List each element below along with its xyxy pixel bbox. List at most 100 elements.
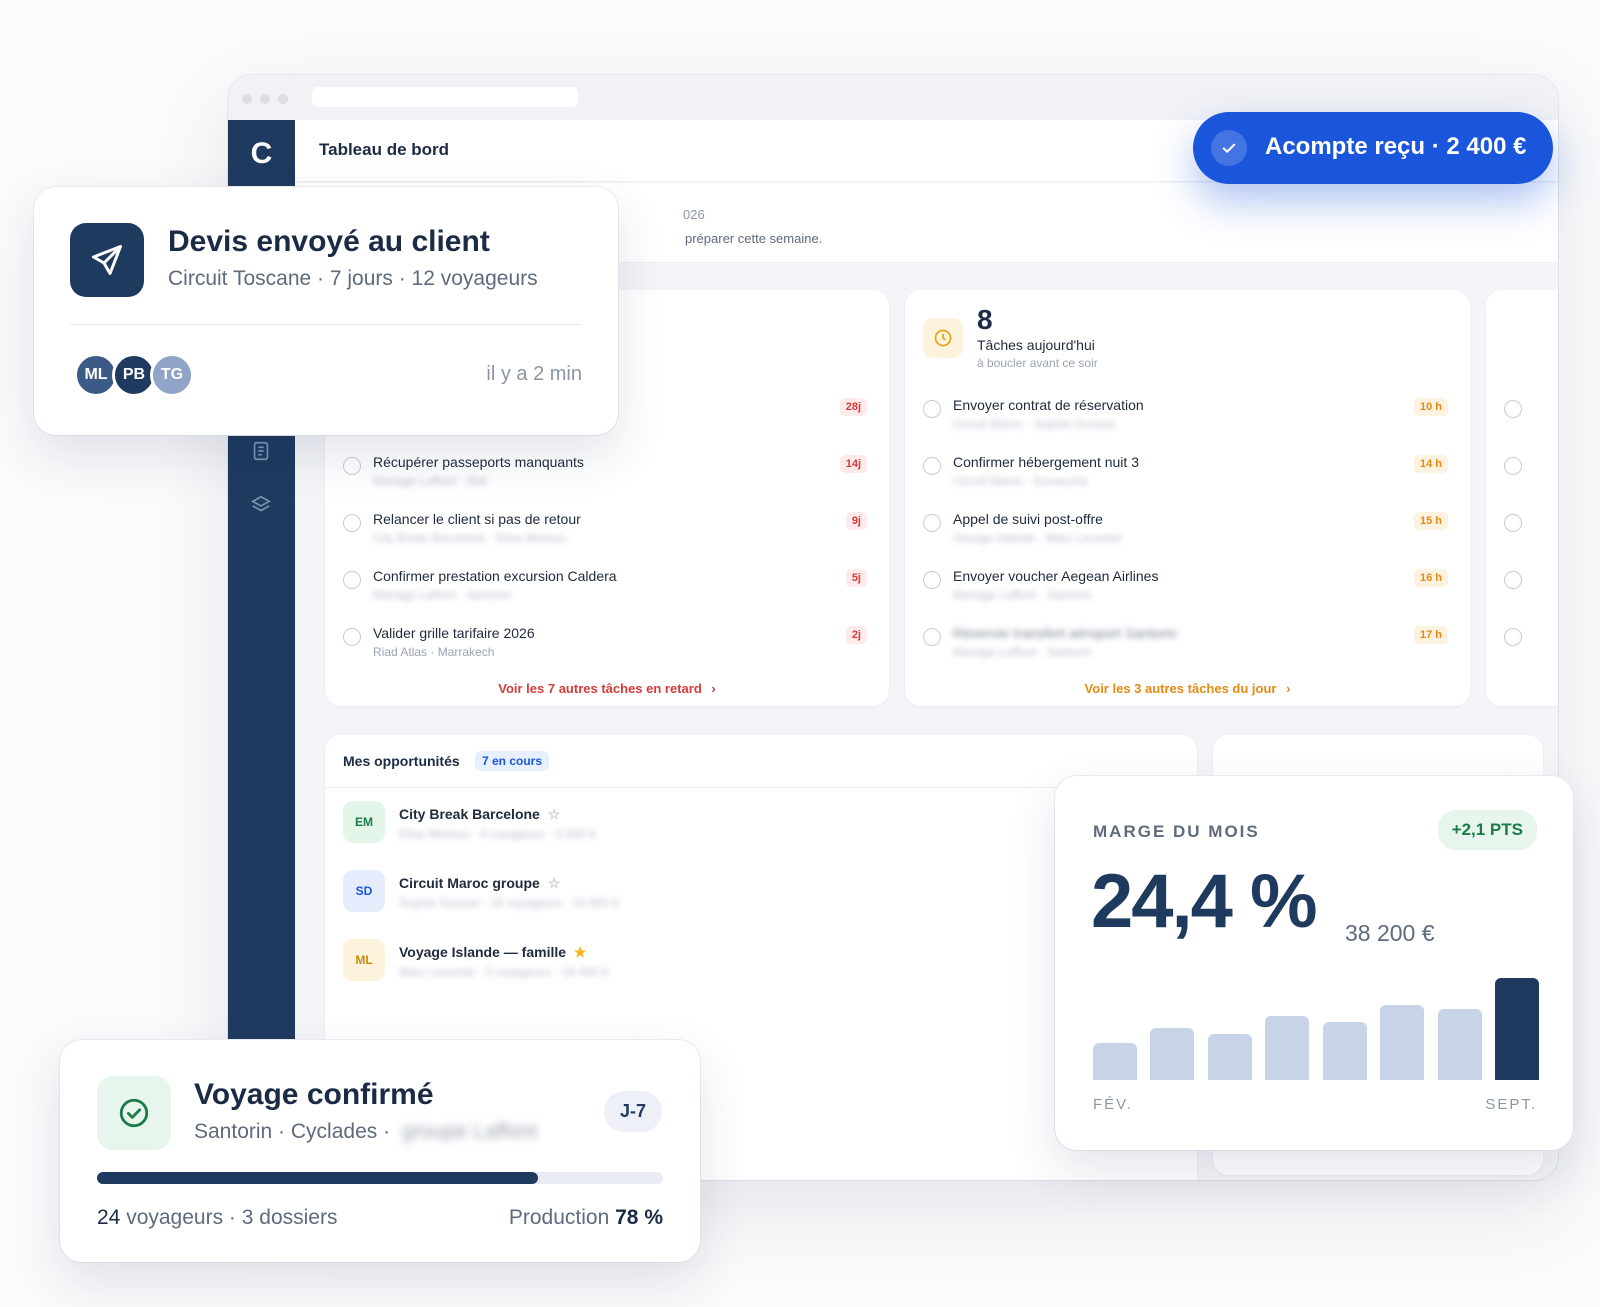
- avatar: EM: [343, 801, 385, 843]
- chart-bar: [1093, 1042, 1137, 1080]
- send-icon: [70, 223, 144, 297]
- task-subtitle: Voyage Islande · Marc Lecomte: [953, 531, 1122, 545]
- today-title: Tâches aujourd'hui: [977, 337, 1095, 353]
- task-row[interactable]: Valider grille tarifaire 2026 Riad Atlas…: [325, 618, 889, 675]
- see-all-late-label: Voir les 7 autres tâches en retard: [498, 681, 702, 696]
- trip-subtitle-text: Santorin · Cyclades ·: [194, 1120, 391, 1143]
- chart-bar: [1265, 1015, 1310, 1080]
- quote-time: il y a 2 min: [486, 363, 582, 385]
- see-all-today-link[interactable]: Voir les 3 autres tâches du jour ›: [905, 681, 1470, 696]
- star-icon[interactable]: ☆: [548, 875, 561, 891]
- margin-amount: 38 200 €: [1345, 920, 1435, 946]
- task-title: Appel de suivi post-offre: [953, 511, 1103, 527]
- today-subtitle: à boucler avant ce soir: [977, 356, 1098, 370]
- star-icon[interactable]: ★: [574, 944, 587, 960]
- task-row[interactable]: Réserver transfert aéroport Santorin Mar…: [905, 618, 1470, 675]
- time-badge: 17 h: [1413, 626, 1448, 644]
- task-row[interactable]: Envoyer voucher Aegean Airlines Mariage …: [905, 561, 1470, 618]
- progress-fill: [97, 1172, 539, 1184]
- opportunity-name-label: City Break Barcelone: [399, 806, 540, 822]
- window-dot: [260, 94, 270, 104]
- margin-label: MARGE DU MOIS: [1093, 822, 1260, 841]
- task-checkbox[interactable]: [343, 457, 361, 475]
- time-badge: 16 h: [1413, 569, 1448, 587]
- chart-bar: [1207, 1034, 1252, 1080]
- task-row[interactable]: Récupérer passeports manquants Mariage L…: [325, 447, 889, 504]
- production-label: Production: [508, 1206, 610, 1229]
- task-title: Valider grille tarifaire 2026: [373, 625, 535, 641]
- task-checkbox[interactable]: [923, 457, 941, 475]
- chart-bar: [1495, 978, 1539, 1080]
- task-row[interactable]: Confirmer prestation excursion Caldera M…: [325, 561, 889, 618]
- avatar: SD: [343, 870, 385, 912]
- chart-end-label: SEPT.: [1485, 1096, 1537, 1113]
- task-row[interactable]: Envoyer contrat de réservation Circuit M…: [905, 390, 1470, 447]
- task-checkbox[interactable]: [923, 514, 941, 532]
- document-icon[interactable]: [250, 440, 272, 462]
- opportunity-name: Circuit Maroc groupe ☆: [399, 875, 560, 892]
- task-checkbox[interactable]: [343, 571, 361, 589]
- task-subtitle: City Break Barcelone · Elise Moreau: [373, 531, 567, 545]
- task-checkbox[interactable]: [1504, 571, 1522, 589]
- progress-track: [97, 1172, 663, 1184]
- task-row[interactable]: Appel de suivi post-offre Voyage Islande…: [905, 504, 1470, 561]
- margin-value: 24,4 %: [1091, 859, 1318, 944]
- task-checkbox[interactable]: [923, 628, 941, 646]
- trip-title: Voyage confirmé: [194, 1078, 434, 1111]
- task-checkbox[interactable]: [923, 571, 941, 589]
- quote-sent-card[interactable]: Devis envoyé au client Circuit Toscane ·…: [34, 187, 618, 435]
- opportunity-name: Voyage Islande — famille ★: [399, 944, 586, 961]
- trip-confirmed-card[interactable]: Voyage confirmé Santorin · Cyclades · gr…: [60, 1040, 700, 1262]
- task-checkbox[interactable]: [343, 628, 361, 646]
- see-all-late-link[interactable]: Voir les 7 autres tâches en retard ›: [325, 681, 889, 696]
- deposit-toast[interactable]: Acompte reçu · 2 400 €: [1193, 112, 1553, 184]
- avatar: TG: [150, 353, 194, 397]
- task-title: Confirmer hébergement nuit 3: [953, 454, 1139, 470]
- layers-icon[interactable]: [250, 494, 272, 516]
- task-subtitle: Riad Atlas · Marrakech: [373, 645, 495, 659]
- task-title: Récupérer passeports manquants: [373, 454, 584, 470]
- task-checkbox[interactable]: [1504, 457, 1522, 475]
- late-badge: 2j: [845, 626, 867, 644]
- chevron-right-icon: ›: [711, 681, 716, 696]
- address-bar[interactable]: [312, 87, 578, 107]
- chart-start-label: FÉV.: [1093, 1096, 1133, 1113]
- avatar: ML: [343, 939, 385, 981]
- margin-card[interactable]: MARGE DU MOIS +2,1 PTS 24,4 % 38 200 € F…: [1055, 776, 1573, 1150]
- task-title: Relancer le client si pas de retour: [373, 511, 581, 527]
- opportunities-title: Mes opportunités: [343, 753, 460, 769]
- late-badge: 5j: [845, 569, 867, 587]
- task-subtitle: Mariage Laffont · Santorin: [953, 588, 1092, 602]
- app-logo[interactable]: C: [228, 120, 295, 187]
- divider: [70, 324, 582, 325]
- task-title: Envoyer contrat de réservation: [953, 397, 1144, 413]
- task-checkbox[interactable]: [1504, 628, 1522, 646]
- third-tasks-card: [1486, 290, 1558, 706]
- today-count: 8: [977, 304, 993, 335]
- time-badge: 14 h: [1413, 455, 1448, 473]
- margin-bar-chart: [1093, 976, 1539, 1080]
- task-title: Réserver transfert aéroport Santorin: [953, 625, 1178, 641]
- chart-bar: [1437, 1009, 1482, 1080]
- task-checkbox[interactable]: [923, 400, 941, 418]
- clock-icon: [923, 318, 963, 358]
- trip-subtitle-hidden: groupe Laffont: [401, 1120, 537, 1143]
- window-dot: [242, 94, 252, 104]
- task-row[interactable]: Relancer le client si pas de retour City…: [325, 504, 889, 561]
- travelers-label: voyageurs · 3 dossiers: [126, 1206, 338, 1229]
- today-tasks-card: 8 Tâches aujourd'hui à boucler avant ce …: [905, 290, 1470, 706]
- see-all-today-label: Voir les 3 autres tâches du jour: [1084, 681, 1277, 696]
- task-checkbox[interactable]: [343, 514, 361, 532]
- chart-bar: [1150, 1028, 1195, 1080]
- task-checkbox[interactable]: [1504, 400, 1522, 418]
- task-checkbox[interactable]: [1504, 514, 1522, 532]
- chart-bar: [1380, 1005, 1425, 1080]
- travelers-count: 24: [97, 1206, 121, 1229]
- opportunity-name-label: Voyage Islande — famille: [399, 944, 567, 960]
- star-icon[interactable]: ☆: [548, 806, 561, 822]
- task-subtitle: Mariage Laffont · Santorin: [373, 588, 512, 602]
- task-row[interactable]: Confirmer hébergement nuit 3 Circuit Mar…: [905, 447, 1470, 504]
- page-title: Tableau de bord: [319, 140, 450, 159]
- task-subtitle: Circuit Maroc · Sophie Durand: [953, 417, 1115, 431]
- chevron-right-icon: ›: [1286, 681, 1291, 696]
